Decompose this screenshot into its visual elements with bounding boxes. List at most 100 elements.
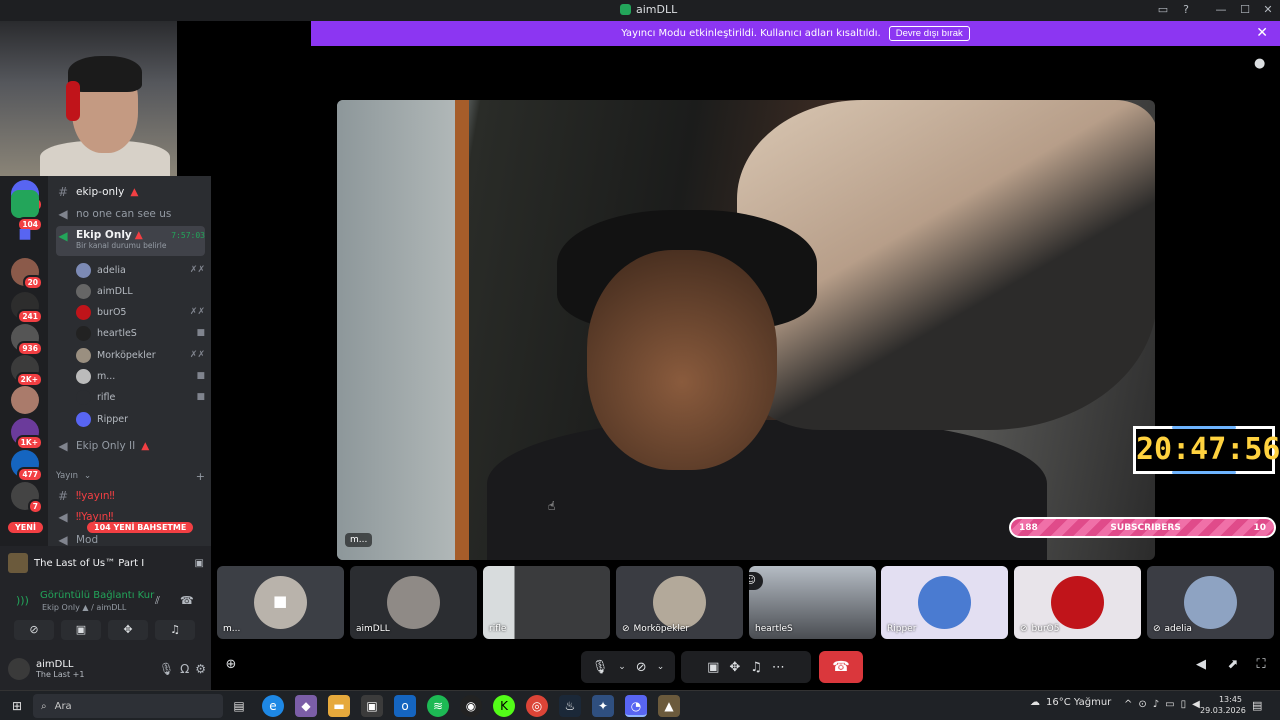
the-last-of-us-icon[interactable]: ▲ [658,695,680,717]
kick-icon[interactable]: K [493,695,515,717]
chat-bubble-icon[interactable]: ● [1254,56,1265,71]
microphone-icon[interactable]: 🎙 [159,662,174,676]
participant-tile[interactable]: aimDLL [350,566,477,639]
voice-channel-path[interactable]: Ekip Only ▲ / aimDLL [42,603,126,612]
fullscreen-icon[interactable]: ⛶ [1252,657,1270,675]
current-user-bar[interactable]: aimDLL The Last +1 🎙 Ω ⚙ [8,656,206,682]
voice-user-heartles[interactable]: heartleS ■ [76,323,205,343]
obs-icon[interactable]: ◉ [460,695,482,717]
task-view-icon[interactable]: ▤ [228,695,250,717]
chevron-down-icon[interactable]: ⌄ [657,662,665,672]
avatar [76,368,91,384]
voice-user-rifle[interactable]: rifle ■ [76,387,205,407]
voice-user-morkopekler[interactable]: Morköpekler ✗✗ [76,345,205,365]
activity-status[interactable]: The Last of Us™ Part I ▣ [8,552,204,574]
participant-tile[interactable]: ⌄ ☺ heartleS [749,566,876,639]
channel-no-one-can-see-us[interactable]: ◀ no one can see us [56,204,205,224]
soundboard-icon[interactable]: ♫ [750,660,762,675]
file-explorer-icon[interactable]: ▬ [328,695,350,717]
participant-tile[interactable]: ■ m... [217,566,344,639]
channel-yayin-text[interactable]: # ‼yayın‼ [56,486,205,506]
help-icon[interactable]: ? [1178,2,1194,18]
app-icon[interactable]: ✦ [592,695,614,717]
channel-sidebar: # ekip-only ▲ ◀ no one can see us ◀ Ekip… [48,176,211,546]
microphone-icon[interactable]: 🎙 [592,660,609,675]
activities-button[interactable]: ✥ [108,620,148,640]
chevron-down-icon[interactable]: ⌄ [618,662,626,672]
noise-suppression-icon[interactable]: ⫽ [155,594,160,608]
disconnect-icon[interactable]: ☎ [180,594,194,607]
volume-icon[interactable]: ◀ [1192,657,1210,675]
folder-icon[interactable]: ■ [11,226,39,248]
activities-icon[interactable]: ✥ [729,660,740,675]
screen-share-icon[interactable]: ▣ [707,660,719,675]
soundboard-button[interactable]: ♫ [155,620,195,640]
edge-icon[interactable]: e [262,695,284,717]
chrome-icon[interactable]: ◎ [526,695,548,717]
server-icon-8[interactable]: 477 [11,450,43,482]
server-icon-9[interactable]: 7 [11,482,43,514]
system-tray-icons[interactable]: ^⊙♪▭▯◀ [1124,699,1206,710]
server-icon-6[interactable] [11,386,39,414]
disable-streamer-mode-button[interactable]: Devre dışı bırak [888,26,970,41]
channel-ekip-only-voice[interactable]: ◀ Ekip Only ▲ 7:57:03 Bir kanal durumu b… [56,226,205,256]
discord-taskbar-icon[interactable]: ◔ [625,695,647,717]
maximize-button[interactable]: ☐ [1237,2,1253,18]
voice-connection-status[interactable]: Görüntülü Bağlantı Kur [40,590,154,601]
server-icon-5[interactable]: 2K+ [11,355,43,387]
copilot-icon[interactable]: ◆ [295,695,317,717]
voice-user-m[interactable]: m... ■ [76,366,205,386]
taskbar-clock[interactable]: 13:45 29.03.2026 [1200,694,1246,716]
participant-tile[interactable]: Ripper [881,566,1008,639]
participant-tile[interactable]: rifle [483,566,610,639]
camera-off-icon[interactable]: ⊘ [636,660,647,675]
close-window-button[interactable]: ✕ [1260,2,1276,18]
voice-user-ripper[interactable]: Ripper [76,409,205,429]
server-icon-4[interactable]: 936 [11,324,43,356]
outlook-icon[interactable]: o [394,695,416,717]
minimize-button[interactable]: — [1213,2,1229,18]
avatar [76,304,91,320]
channel-ekip-only[interactable]: # ekip-only ▲ [56,182,205,202]
server-icon-7[interactable]: 1K+ [11,418,43,450]
participant-tile[interactable]: ⊘ burO5 [1014,566,1141,639]
focused-video[interactable] [337,100,1155,560]
windows-start-icon[interactable]: ⊞ [6,695,28,717]
text-channel-icon: # [57,489,69,503]
popout-icon[interactable]: ⬈ [1224,657,1242,675]
participant-tile[interactable]: ⊘ Morköpekler [616,566,743,639]
screen-share-icon[interactable]: ▣ [195,558,204,569]
settings-gear-icon[interactable]: ⚙ [195,662,206,676]
server-icon-3[interactable]: 241 [11,292,43,324]
add-channel-icon[interactable]: + [196,470,205,483]
steam-icon[interactable]: ♨ [559,695,581,717]
toggle-camera-button[interactable]: ⊘ [14,620,54,640]
new-mentions-pill[interactable]: 104 YENİ BAHSETME [87,522,194,533]
channel-ekip-only-ii[interactable]: ◀ Ekip Only II ▲ [56,436,205,456]
headphones-icon[interactable]: Ω [180,662,189,676]
disconnect-call-button[interactable]: ☎ [819,651,863,683]
voice-user-aimdll[interactable]: aimDLL [76,281,205,301]
inbox-icon[interactable]: ▭ [1155,2,1171,18]
invite-to-call-icon[interactable]: ⊕ [222,657,240,675]
share-screen-button[interactable]: ▣ [61,620,101,640]
notifications-icon[interactable]: ▤ [1252,699,1262,712]
collapse-participants-icon[interactable]: ⌄ ☺ [749,572,763,590]
channel-status[interactable]: Bir kanal durumu belirle [76,241,205,250]
voice-user-adelia[interactable]: adelia ✗✗ [76,260,205,280]
more-options-icon[interactable]: ⋯ [772,660,785,675]
new-unreads-pill[interactable]: YENİ [8,522,43,533]
search-icon: ⌕ [41,700,47,712]
participant-tile[interactable]: ⊘ adelia [1147,566,1274,639]
connection-signal-icon[interactable]: ))) [16,594,29,607]
spotify-icon[interactable]: ≋ [427,695,449,717]
taskbar-search[interactable]: ⌕ Ara [33,694,223,718]
direct-messages-icon[interactable]: 104 [11,190,43,232]
server-icon-2[interactable]: 20 [11,258,43,290]
voice-user-buro5[interactable]: burO5 ✗✗ [76,302,205,322]
category-yayin[interactable]: Yayın ⌄ + [56,466,205,486]
voice-channel-icon: ◀ [58,207,68,221]
close-banner-icon[interactable]: ✕ [1256,25,1268,41]
weather-widget[interactable]: ☁ 16°C Yağmur [1030,697,1111,708]
store-icon[interactable]: ▣ [361,695,383,717]
